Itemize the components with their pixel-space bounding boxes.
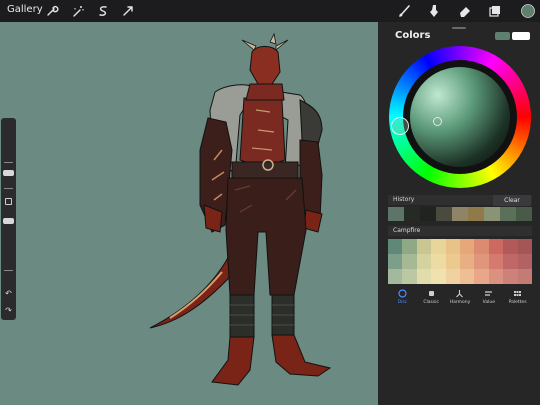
color-icon[interactable] — [520, 3, 536, 19]
history-swatch[interactable] — [404, 207, 420, 221]
current-color-swatch[interactable] — [495, 32, 510, 40]
value-icon — [484, 288, 494, 298]
clear-history-button[interactable]: Clear — [493, 195, 531, 206]
left-sidebar: ↶ ↷ — [1, 118, 16, 320]
palette-swatch[interactable] — [488, 239, 504, 254]
palette-swatch[interactable] — [416, 254, 432, 269]
history-swatch[interactable] — [516, 207, 532, 221]
disc-icon — [397, 288, 407, 298]
redo-icon[interactable]: ↷ — [3, 306, 14, 316]
tab-disc[interactable]: Disc — [388, 287, 417, 309]
selection-icon[interactable] — [95, 3, 111, 19]
tab-value[interactable]: Value — [474, 287, 503, 309]
panel-title: Colors — [395, 30, 431, 41]
history-swatch[interactable] — [436, 207, 452, 221]
gallery-button[interactable]: Gallery — [7, 4, 43, 15]
palette-swatch[interactable] — [445, 269, 460, 284]
palette-swatches — [388, 239, 532, 284]
saturation-knob[interactable] — [433, 117, 442, 126]
panel-grab-handle[interactable] — [452, 27, 466, 29]
smudge-icon[interactable] — [426, 3, 442, 19]
palette-swatch[interactable] — [445, 239, 460, 254]
opacity-slider[interactable] — [3, 218, 14, 224]
tab-classic[interactable]: Classic — [417, 287, 446, 309]
palette-label: Campfire — [393, 227, 421, 234]
history-swatch[interactable] — [388, 207, 404, 221]
palette-swatch[interactable] — [402, 239, 417, 254]
hue-knob[interactable] — [391, 117, 409, 135]
drawing-canvas[interactable] — [0, 22, 378, 405]
palette-swatch[interactable] — [503, 254, 518, 269]
sidebar-divider — [4, 162, 13, 163]
previous-color-swatch[interactable] — [512, 32, 530, 40]
palette-swatch[interactable] — [474, 239, 489, 254]
history-label: History — [393, 196, 415, 203]
history-swatch[interactable] — [484, 207, 500, 221]
palette-swatch[interactable] — [431, 254, 446, 269]
palette-swatch[interactable] — [474, 269, 489, 284]
harmony-icon — [455, 288, 465, 298]
history-swatches — [388, 207, 532, 221]
tab-label: Disc — [397, 300, 408, 305]
classic-icon — [426, 288, 436, 298]
tab-label: Palettes — [508, 300, 527, 305]
brush-icon[interactable] — [397, 3, 413, 19]
palette-swatch[interactable] — [431, 239, 446, 254]
palettes-icon — [513, 288, 523, 298]
palette-swatch[interactable] — [416, 269, 432, 284]
palette-swatch[interactable] — [388, 239, 403, 254]
move-arrow-icon[interactable] — [120, 3, 136, 19]
layers-icon[interactable] — [487, 3, 503, 19]
sidebar-divider — [4, 270, 13, 271]
palette-swatch[interactable] — [474, 254, 489, 269]
palette-swatch[interactable] — [517, 269, 532, 284]
color-disc[interactable] — [389, 46, 531, 188]
palette-swatch[interactable] — [517, 239, 532, 254]
history-swatch[interactable] — [452, 207, 468, 221]
saturation-brightness-disc[interactable] — [410, 67, 510, 167]
palette-swatch[interactable] — [388, 254, 403, 269]
sidebar-divider — [4, 188, 13, 189]
palette-swatch[interactable] — [459, 269, 475, 284]
palette-swatch[interactable] — [445, 254, 460, 269]
palette-swatch[interactable] — [503, 269, 518, 284]
color-mode-tabs: Disc Classic Harmony Value Palettes — [388, 287, 532, 309]
wrench-icon[interactable] — [44, 3, 60, 19]
history-swatch[interactable] — [420, 207, 436, 221]
eraser-icon[interactable] — [457, 3, 473, 19]
character-illustration — [149, 32, 332, 386]
palette-swatch[interactable] — [459, 239, 475, 254]
brush-size-slider[interactable] — [3, 170, 14, 176]
palette-swatch[interactable] — [402, 254, 417, 269]
palette-swatch[interactable] — [402, 269, 417, 284]
tab-harmony[interactable]: Harmony — [446, 287, 475, 309]
tab-label: Classic — [423, 300, 439, 305]
modify-button[interactable] — [5, 198, 12, 205]
palette-swatch[interactable] — [388, 269, 403, 284]
palette-swatch[interactable] — [517, 254, 532, 269]
palette-swatch[interactable] — [416, 239, 432, 254]
palette-swatch[interactable] — [503, 239, 518, 254]
history-swatch[interactable] — [468, 207, 484, 221]
tab-palettes[interactable]: Palettes — [503, 287, 532, 309]
palette-swatch[interactable] — [488, 254, 504, 269]
palette-swatch[interactable] — [459, 254, 475, 269]
magic-wand-icon[interactable] — [70, 3, 86, 19]
palette-swatch[interactable] — [488, 269, 504, 284]
undo-icon[interactable]: ↶ — [3, 289, 14, 299]
palette-swatch[interactable] — [431, 269, 446, 284]
history-swatch[interactable] — [500, 207, 516, 221]
tab-label: Harmony — [449, 300, 471, 305]
tab-label: Value — [482, 300, 495, 305]
